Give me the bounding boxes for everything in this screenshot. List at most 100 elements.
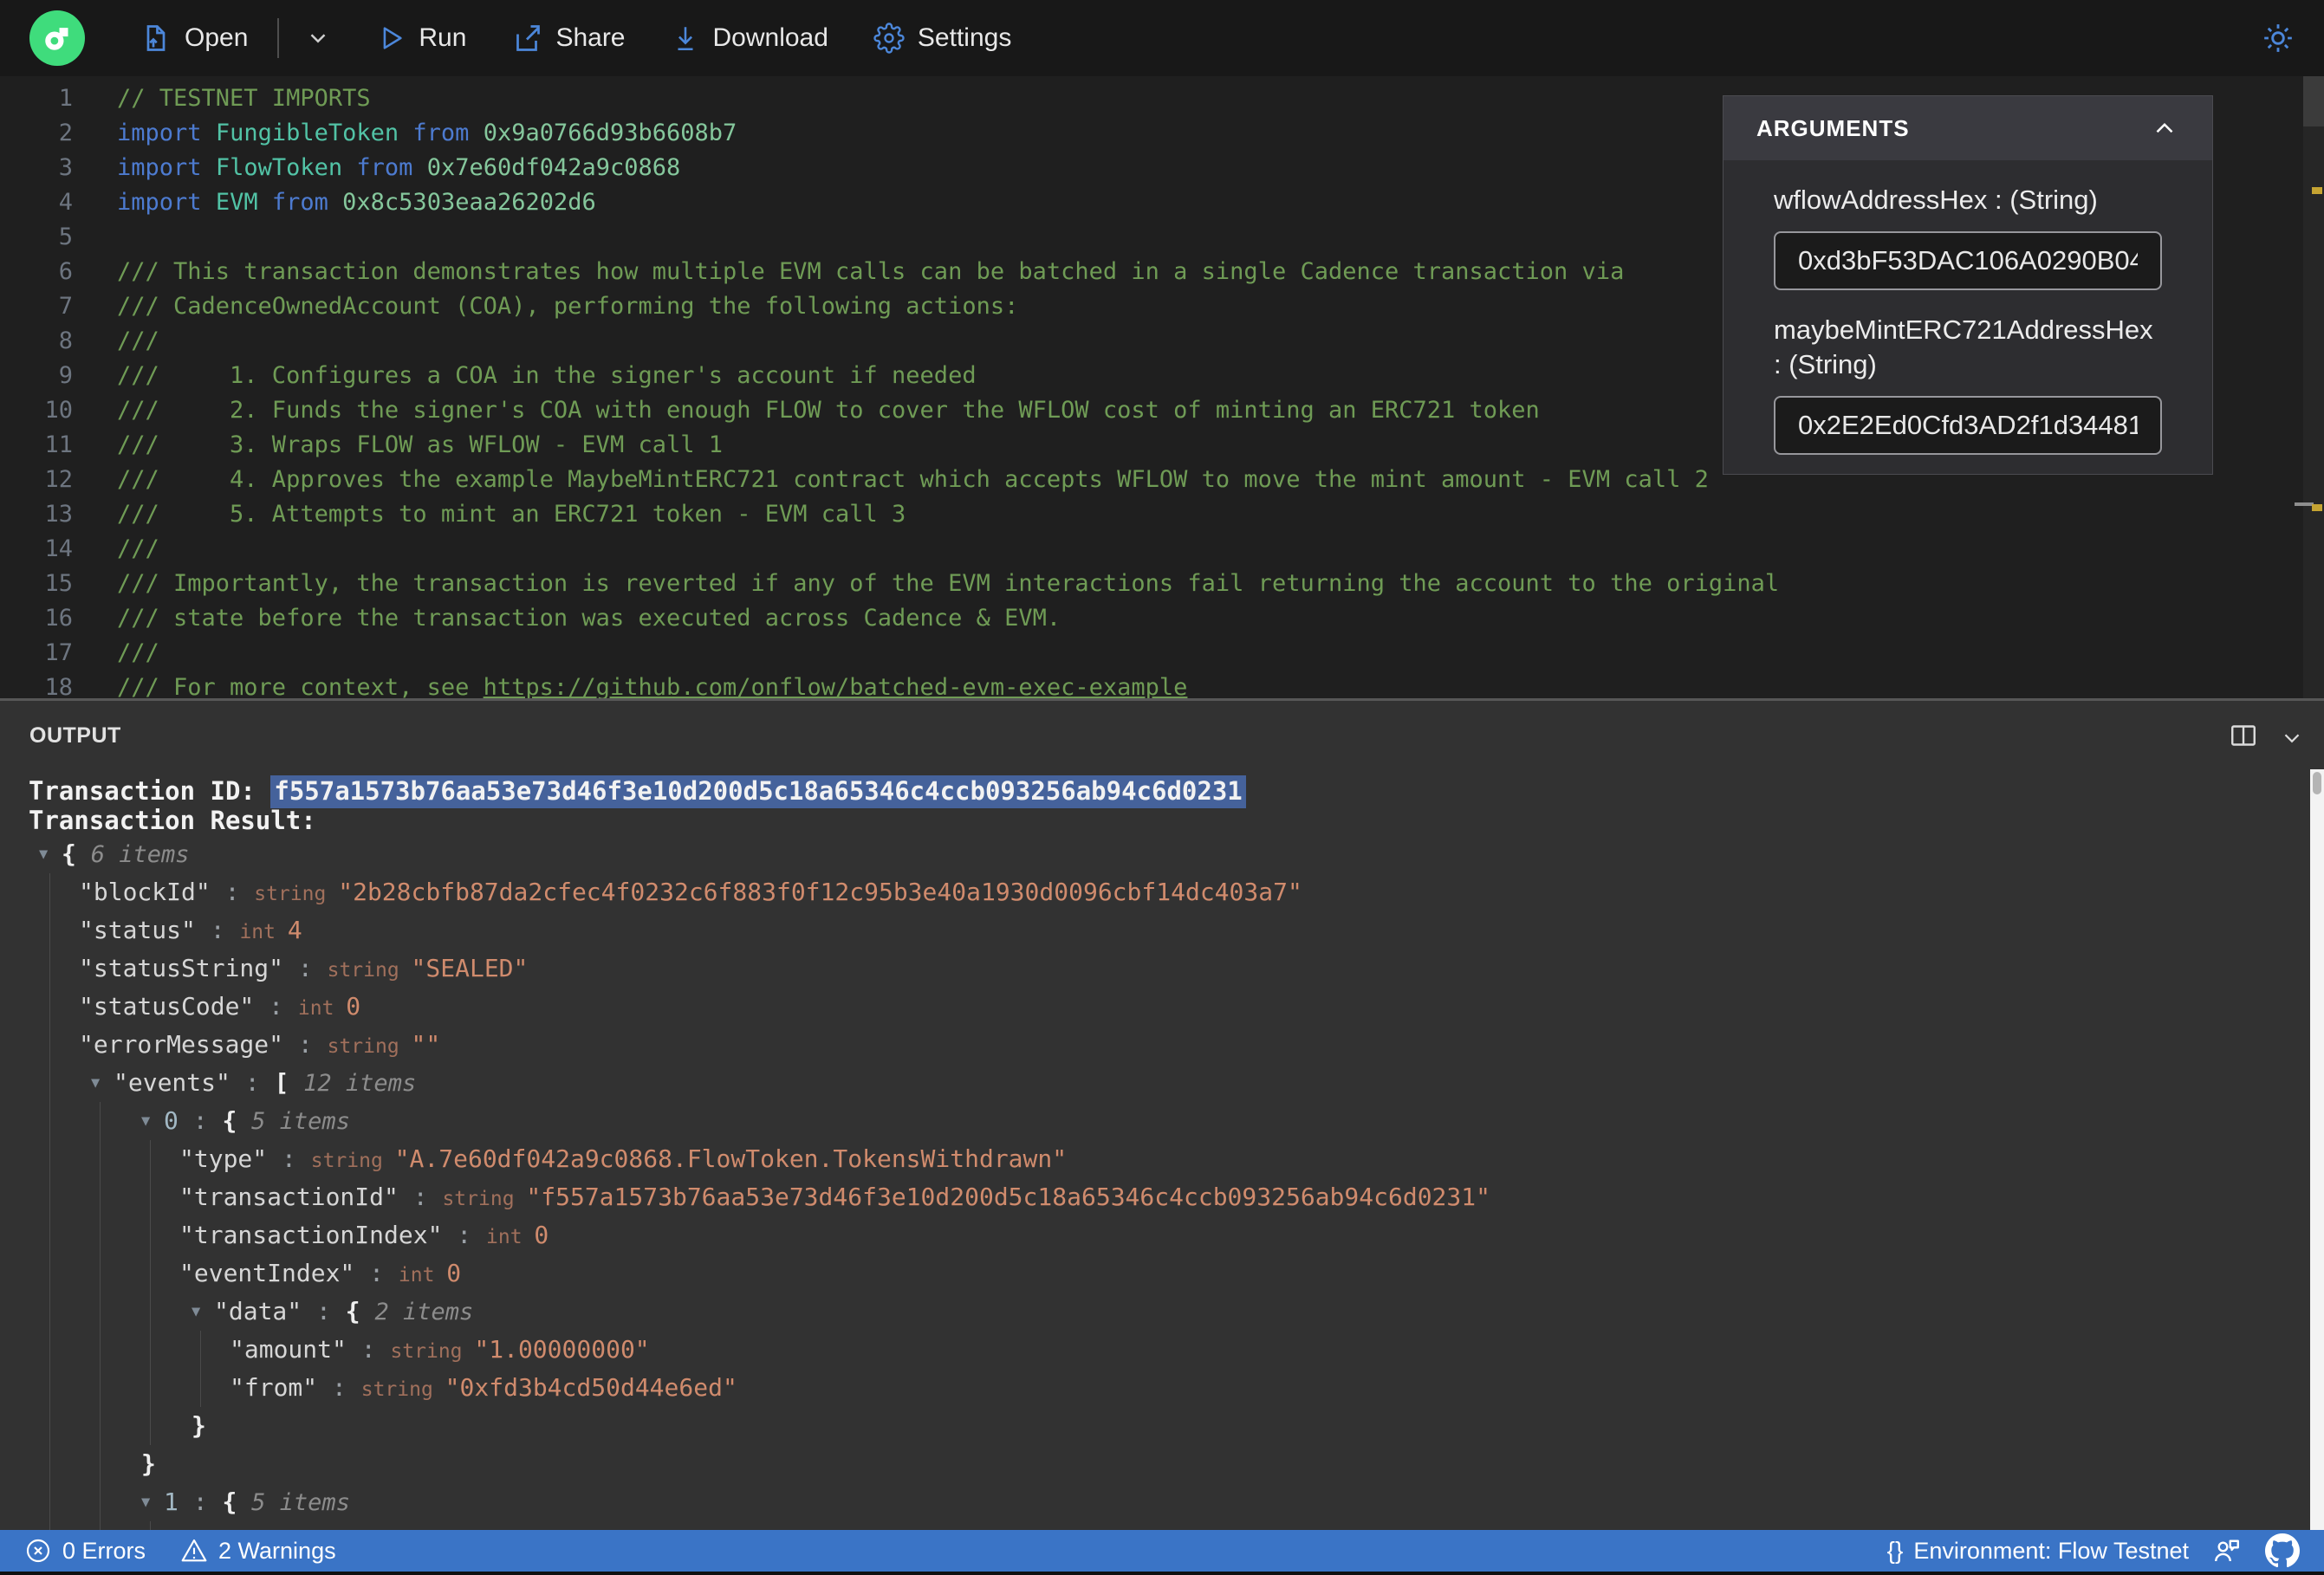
error-circle-icon [26, 1539, 50, 1563]
text-segment: import [117, 120, 202, 146]
json-segment: : [178, 1488, 223, 1516]
collapse-triangle-icon[interactable]: ▼ [39, 835, 48, 873]
braces-icon: {} [1886, 1537, 1904, 1564]
indent-guide [100, 1178, 101, 1216]
editor-scrollbar-thumb[interactable] [2303, 76, 2324, 126]
json-segment: string [327, 1035, 412, 1058]
download-button[interactable]: Download [671, 23, 828, 53]
collapse-triangle-icon[interactable]: ▼ [192, 1293, 200, 1331]
json-segment: "errorMessage" [79, 1030, 284, 1059]
flow-logo-icon [45, 28, 68, 50]
warnings-count: 2 Warnings [218, 1537, 336, 1564]
indent-guide [49, 1026, 50, 1064]
json-row-content: "eventIndex" : int 0 [0, 1254, 461, 1294]
indent-guide [100, 1254, 101, 1293]
settings-button[interactable]: Settings [873, 23, 1011, 54]
text-segment: import [117, 189, 202, 216]
code-text: /// CadenceOwnedAccount (COA), performin… [73, 289, 1018, 324]
warning-triangle-icon [181, 1539, 207, 1562]
code-text: import FungibleToken from 0x9a0766d93b66… [73, 116, 737, 151]
argument-input-1[interactable] [1774, 396, 2162, 455]
editor-scrollbar[interactable] [2295, 76, 2324, 698]
text-segment: /// For more context, see [117, 674, 484, 698]
json-segment: "status" [79, 916, 196, 944]
chevron-down-icon[interactable] [2279, 725, 2305, 751]
code-text: /// This transaction demonstrates how mu… [73, 255, 1624, 289]
code-text: /// 5. Attempts to mint an ERC721 token … [73, 497, 906, 532]
collapse-triangle-icon[interactable]: ▼ [91, 1064, 100, 1102]
collapse-triangle-icon[interactable]: ▼ [141, 1102, 150, 1140]
text-segment [342, 154, 356, 181]
json-result-tree: ▼{ 6 items "blockId" : string "2b28cbfb87… [0, 835, 2310, 1530]
share-button[interactable]: Share [511, 23, 626, 54]
flow-logo[interactable] [29, 10, 85, 66]
environment-status[interactable]: {} Environment: Flow Testnet [1887, 1537, 2189, 1565]
download-button-label: Download [712, 23, 828, 52]
json-segment: "A.7e60df042a9c0868.FlowToken.TokensWith… [394, 1144, 1068, 1173]
indent-guide [150, 1521, 151, 1530]
environment-label: Environment: Flow Testnet [1913, 1537, 2189, 1564]
json-segment: "type" [179, 1144, 268, 1173]
transaction-result-label: Transaction Result: [29, 806, 316, 835]
json-segment: int [297, 997, 347, 1020]
json-row-content: "status" : int 4 [0, 911, 302, 951]
output-scrollbar[interactable] [2310, 769, 2324, 1530]
text-segment: /// 1. Configures a COA in the signer's … [117, 362, 977, 389]
json-segment: : [267, 1144, 311, 1173]
output-scrollbar-thumb[interactable] [2313, 772, 2321, 794]
json-segment: "f557a1573b76aa53e73d46f3e10d200d5c18a65… [526, 1183, 1490, 1211]
theme-sun-icon [2264, 24, 2292, 52]
json-row-content: "statusString" : string "SEALED" [0, 950, 528, 989]
json-row-content: 1 : { 5 items [0, 1483, 350, 1522]
arguments-panel-body: wflowAddressHex : (String) maybeMintERC72… [1724, 183, 2212, 455]
json-segment: [ [274, 1068, 304, 1097]
indent-guide [150, 1293, 151, 1331]
json-tree-row: "type" : string "A.7e60df042a9c0868.Flow… [0, 1140, 2310, 1178]
arguments-panel-header: ARGUMENTS [1724, 96, 2212, 160]
line-number: 3 [58, 154, 73, 181]
feedback-person-icon[interactable] [2211, 1535, 2243, 1566]
json-tree-row: ▼ "events" : [ 12 items [0, 1064, 2310, 1102]
arguments-panel-title: ARGUMENTS [1756, 114, 1910, 141]
json-segment: : [195, 916, 240, 944]
open-button[interactable]: Open [140, 23, 248, 54]
json-segment: string [327, 959, 412, 982]
github-icon[interactable] [2265, 1533, 2300, 1568]
window-bottom-edge [0, 1572, 2324, 1575]
chevron-up-icon[interactable] [2150, 113, 2179, 143]
json-segment: string [360, 1378, 445, 1401]
indent-guide [49, 911, 50, 950]
errors-status[interactable]: 0 Errors [24, 1537, 146, 1565]
json-segment: 5 items [251, 1489, 350, 1516]
indent-guide [100, 1216, 101, 1254]
json-row-content: { 6 items [0, 835, 190, 874]
json-segment: 0 [346, 992, 361, 1021]
split-panel-icon[interactable] [2228, 720, 2259, 751]
json-tree-row: ▼ 1 : { 5 items [0, 1483, 2310, 1521]
argument-input-0[interactable] [1774, 231, 2162, 290]
line-number: 6 [58, 258, 73, 285]
text-segment: /// CadenceOwnedAccount (COA), performin… [117, 293, 1019, 320]
json-segment: : [254, 992, 298, 1021]
arguments-panel: ARGUMENTS wflowAddressHex : (String) mayb… [1723, 95, 2213, 475]
open-dropdown-button[interactable] [305, 25, 331, 51]
json-segment: "eventIndex" [179, 1259, 355, 1287]
editor-output-divider[interactable] [0, 698, 2324, 701]
json-tree-row: } [0, 1407, 2310, 1445]
code-text: /// state before the transaction was exe… [73, 601, 1061, 636]
code-text: /// Importantly, the transaction is reve… [73, 567, 1779, 601]
code-text: // TESTNET IMPORTS [73, 81, 371, 116]
code-text: /// [73, 532, 159, 567]
indent-guide [100, 1369, 101, 1407]
collapse-triangle-icon[interactable]: ▼ [141, 1483, 150, 1521]
json-segment: { [62, 839, 91, 868]
json-segment: "from" [230, 1373, 318, 1402]
warnings-status[interactable]: 2 Warnings [180, 1537, 336, 1565]
code-text: /// 1. Configures a COA in the signer's … [73, 359, 977, 393]
run-button[interactable]: Run [376, 23, 466, 53]
json-segment: string [442, 1188, 527, 1210]
code-text: import EVM from 0x8c5303eaa26202d6 [73, 185, 596, 220]
line-number: 9 [58, 362, 73, 389]
theme-toggle-button[interactable] [2262, 22, 2295, 55]
status-bar: 0 Errors 2 Warnings {} Environment: Flow… [0, 1530, 2324, 1572]
